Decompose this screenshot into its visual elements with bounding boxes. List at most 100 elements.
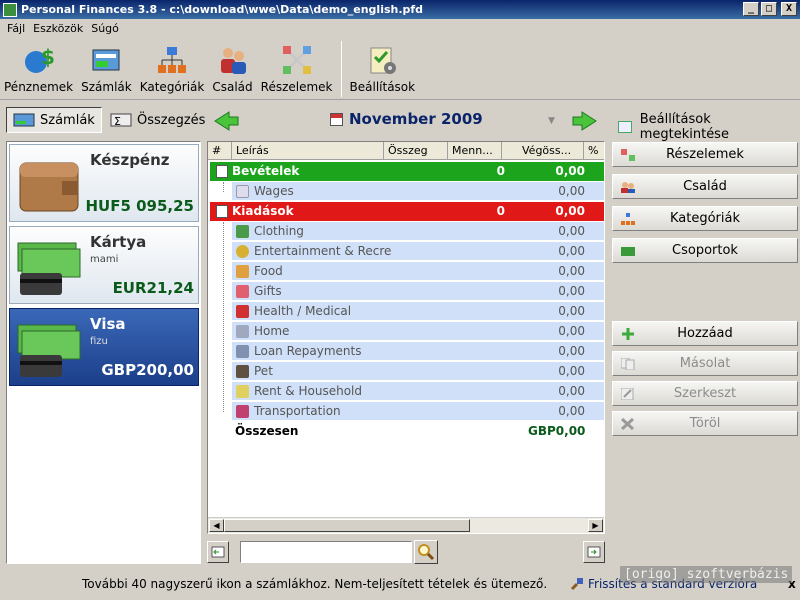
toolbar-settings-button[interactable]: Beállítások bbox=[346, 38, 420, 98]
account-name: Visa bbox=[90, 315, 126, 333]
toolbar-categories-button[interactable]: Kategóriák bbox=[136, 38, 209, 98]
income-total: 0,00 bbox=[555, 164, 585, 178]
category-row-loan[interactable]: Loan Repayments 0,00 bbox=[232, 342, 604, 361]
categories-button-label: Kategóriák bbox=[669, 211, 740, 226]
column-header-description[interactable]: Leírás bbox=[232, 142, 384, 159]
tree-line bbox=[223, 182, 224, 192]
groups-button[interactable]: Csoportok bbox=[612, 238, 798, 263]
food-icon bbox=[236, 265, 249, 278]
horizontal-scrollbar[interactable]: ◀ ▶ bbox=[208, 517, 604, 533]
items-button[interactable]: Részelemek bbox=[612, 142, 798, 167]
groups-button-label: Csoportok bbox=[672, 243, 738, 258]
minimize-button[interactable]: _ bbox=[743, 2, 759, 16]
maximize-button[interactable]: □ bbox=[761, 2, 777, 16]
toolbar-separator bbox=[340, 41, 342, 97]
category-label: Food bbox=[254, 264, 283, 278]
svg-text:Σ: Σ bbox=[114, 115, 121, 128]
edit-button[interactable]: Szerkeszt bbox=[612, 381, 798, 406]
account-card-card[interactable]: Kártya mami EUR21,24 bbox=[9, 226, 199, 304]
month-label: November 2009 bbox=[349, 110, 483, 128]
toolbar-family-button[interactable]: Család bbox=[208, 38, 256, 98]
plus-icon bbox=[622, 328, 634, 340]
delete-icon bbox=[621, 418, 635, 430]
column-header-amount[interactable]: Összeg bbox=[384, 142, 448, 159]
category-label: Rent & Household bbox=[254, 384, 362, 398]
categories-button[interactable]: Kategóriák bbox=[612, 206, 798, 231]
gift-icon bbox=[236, 285, 249, 298]
calendar-icon bbox=[330, 112, 343, 126]
menu-file[interactable]: Fájl bbox=[3, 22, 29, 35]
search-row bbox=[207, 539, 605, 565]
category-row-wages[interactable]: Wages 0,00 bbox=[232, 182, 604, 201]
column-header-number[interactable]: # bbox=[208, 142, 232, 159]
categories-icon bbox=[156, 44, 188, 76]
search-icon bbox=[418, 544, 435, 561]
category-total: 0,00 bbox=[558, 244, 585, 258]
search-button[interactable] bbox=[414, 540, 438, 564]
account-card-visa[interactable]: Visa fizu GBP200,00 bbox=[9, 308, 199, 386]
category-total: 0,00 bbox=[558, 364, 585, 378]
category-row-home[interactable]: Home 0,00 bbox=[232, 322, 604, 341]
menu-help[interactable]: Súgó bbox=[87, 22, 123, 35]
previous-month-arrow-icon[interactable] bbox=[213, 110, 239, 132]
family-icon bbox=[217, 44, 249, 76]
scroll-left-icon[interactable]: ◀ bbox=[209, 519, 224, 532]
income-icon bbox=[216, 165, 228, 178]
brush-icon bbox=[570, 578, 583, 591]
copy-button-label: Másolat bbox=[679, 356, 731, 371]
column-header-total[interactable]: Végöss... bbox=[502, 142, 584, 159]
column-header-percent[interactable]: % bbox=[584, 142, 602, 159]
category-label: Pet bbox=[254, 364, 273, 378]
category-row-clothing[interactable]: Clothing 0,00 bbox=[232, 222, 604, 241]
category-label: Loan Repayments bbox=[254, 344, 362, 358]
delete-button[interactable]: Töröl bbox=[612, 411, 798, 436]
tab-summary[interactable]: Σ Összegzés bbox=[104, 107, 211, 133]
cash-and-card-icon bbox=[17, 324, 81, 377]
search-input[interactable] bbox=[240, 541, 412, 563]
month-selector[interactable]: November 2009 bbox=[330, 110, 483, 128]
category-row-rent[interactable]: Rent & Household 0,00 bbox=[232, 382, 604, 401]
copy-button[interactable]: Másolat bbox=[612, 351, 798, 376]
category-row-food[interactable]: Food 0,00 bbox=[232, 262, 604, 281]
category-row-health[interactable]: Health / Medical 0,00 bbox=[232, 302, 604, 321]
category-row-transportation[interactable]: Transportation 0,00 bbox=[232, 402, 604, 421]
account-owner: fizu bbox=[90, 336, 108, 347]
category-label: Home bbox=[254, 324, 290, 338]
toolbar-currencies-button[interactable]: $ Pénznemek bbox=[0, 38, 77, 98]
category-total: 0,00 bbox=[558, 384, 585, 398]
toolbar-accounts-button[interactable]: Számlák bbox=[77, 38, 136, 98]
expense-row[interactable]: Kiadások 0 0,00 bbox=[210, 202, 604, 221]
toolbar-items-button[interactable]: Részelemek bbox=[257, 38, 337, 98]
category-row-pet[interactable]: Pet 0,00 bbox=[232, 362, 604, 381]
status-message: További 40 nagyszerű ikon a számlákhoz. … bbox=[82, 577, 548, 591]
next-month-arrow-icon[interactable] bbox=[572, 110, 598, 132]
menu-tools[interactable]: Eszközök bbox=[29, 22, 87, 35]
close-button[interactable]: X bbox=[781, 2, 797, 16]
family-icon bbox=[621, 182, 635, 193]
scroll-right-icon[interactable]: ▶ bbox=[588, 519, 603, 532]
category-row-gifts[interactable]: Gifts 0,00 bbox=[232, 282, 604, 301]
column-header-quantity[interactable]: Menn... bbox=[448, 142, 502, 159]
income-row[interactable]: Bevételek 0 0,00 bbox=[210, 162, 604, 181]
cash-and-card-icon bbox=[17, 242, 81, 295]
collapse-left-button[interactable] bbox=[207, 541, 229, 563]
toolbar-label: Kategóriák bbox=[139, 80, 205, 94]
family-button[interactable]: Család bbox=[612, 174, 798, 199]
tab-summary-label: Összegzés bbox=[137, 112, 206, 128]
transportation-icon bbox=[236, 405, 249, 418]
category-row-entertainment[interactable]: Entertainment & Recre 0,00 bbox=[232, 242, 604, 261]
income-count: 0 bbox=[496, 164, 505, 178]
pet-icon bbox=[236, 365, 249, 378]
watermark: [origo] szoftverbázis bbox=[620, 566, 793, 583]
entertainment-icon bbox=[236, 245, 249, 258]
category-label: Clothing bbox=[254, 224, 304, 238]
chevron-down-icon[interactable]: ▼ bbox=[548, 116, 555, 126]
add-button[interactable]: Hozzáad bbox=[612, 321, 798, 346]
view-settings-label: Beállítások megtekintése bbox=[639, 112, 729, 142]
category-total: 0,00 bbox=[558, 284, 585, 298]
collapse-right-button[interactable] bbox=[583, 541, 605, 563]
scrollbar-thumb[interactable] bbox=[224, 519, 470, 532]
account-card-cash[interactable]: Készpénz HUF5 095,25 bbox=[9, 144, 199, 222]
tab-accounts[interactable]: Számlák bbox=[6, 107, 102, 133]
view-settings-button[interactable]: Beállítások megtekintése bbox=[618, 112, 800, 142]
